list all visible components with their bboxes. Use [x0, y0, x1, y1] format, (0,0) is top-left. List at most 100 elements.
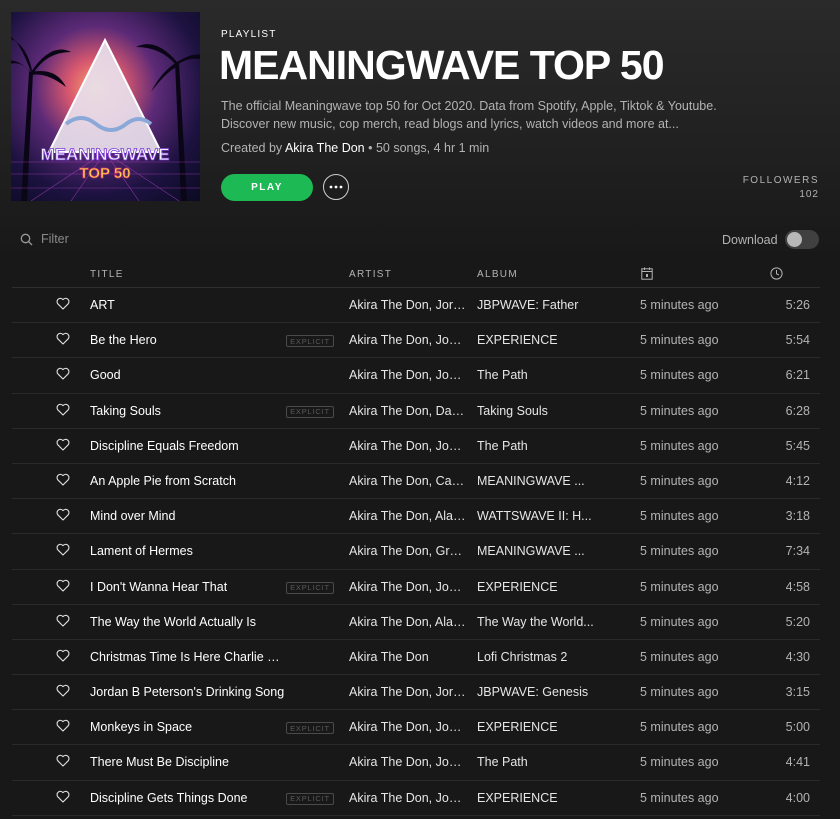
- track-row[interactable]: Be the Hero EXPLICIT Akira The Don, Joe …: [12, 323, 820, 359]
- filter-input[interactable]: [41, 232, 201, 246]
- more-options-button[interactable]: [323, 174, 349, 200]
- track-album[interactable]: The Path: [477, 368, 599, 382]
- track-title[interactable]: An Apple Pie from Scratch: [90, 474, 236, 488]
- track-artist[interactable]: Akira The Don, Jordan B Peterson: [349, 685, 467, 699]
- track-title[interactable]: Be the Hero: [90, 333, 157, 347]
- like-heart-icon[interactable]: [56, 367, 70, 380]
- like-heart-icon[interactable]: [56, 403, 70, 416]
- playlist-meta: Created by Akira The Don • 50 songs, 4 h…: [221, 141, 489, 155]
- track-album[interactable]: EXPERIENCE: [477, 333, 599, 347]
- track-row[interactable]: Jordan B Peterson's Drinking Song Akira …: [12, 675, 820, 711]
- track-row[interactable]: Monkeys in Space EXPLICIT Akira The Don,…: [12, 710, 820, 746]
- explicit-badge: EXPLICIT: [286, 722, 334, 735]
- track-title[interactable]: Christmas Time Is Here Charlie Brown: [90, 650, 285, 664]
- track-row[interactable]: Christmas Time Is Here Charlie Brown Aki…: [12, 640, 820, 676]
- track-artist[interactable]: Akira The Don, Jocko Willink: [349, 368, 467, 382]
- track-row[interactable]: The Way the World Actually Is Akira The …: [12, 605, 820, 640]
- track-artist[interactable]: Akira The Don: [349, 650, 467, 664]
- track-title[interactable]: Monkeys in Space: [90, 720, 192, 734]
- track-title[interactable]: Discipline Equals Freedom: [90, 439, 239, 453]
- track-date-added: 5 minutes ago: [640, 720, 719, 735]
- explicit-badge: EXPLICIT: [286, 335, 334, 348]
- track-artist[interactable]: Akira The Don, Graham Hancock: [349, 544, 467, 558]
- track-row[interactable]: Mind over Mind Akira The Don, Alan Watts…: [12, 499, 820, 535]
- like-heart-icon[interactable]: [56, 543, 70, 556]
- track-album[interactable]: Taking Souls: [477, 404, 599, 418]
- track-row[interactable]: Good Akira The Don, Jocko Willink The Pa…: [12, 358, 820, 394]
- track-row[interactable]: Taking Souls EXPLICIT Akira The Don, Dav…: [12, 394, 820, 429]
- track-artist[interactable]: Akira The Don, Alan Watts: [349, 509, 467, 523]
- track-album[interactable]: Lofi Christmas 2: [477, 650, 599, 664]
- track-artist[interactable]: Akira The Don, Carl Sagan: [349, 474, 467, 488]
- track-album[interactable]: The Path: [477, 755, 599, 769]
- cover-text-line2: TOP 50: [79, 165, 130, 182]
- track-title[interactable]: There Must Be Discipline: [90, 755, 229, 769]
- track-title[interactable]: Discipline Gets Things Done: [90, 791, 247, 805]
- track-date-added: 5 minutes ago: [640, 579, 719, 594]
- track-row[interactable]: I Don't Wanna Hear That EXPLICIT Akira T…: [12, 570, 820, 605]
- like-heart-icon[interactable]: [56, 754, 70, 767]
- playlist-cover-art[interactable]: MEANINGWAVE TOP 50: [11, 12, 200, 201]
- column-header-artist[interactable]: ARTIST: [349, 269, 392, 280]
- clock-icon: [770, 267, 783, 280]
- track-album[interactable]: The Path: [477, 439, 599, 453]
- track-artist[interactable]: Akira The Don, Jordan B Peterson: [349, 298, 467, 312]
- like-heart-icon[interactable]: [56, 684, 70, 697]
- column-header-date-added[interactable]: [641, 267, 653, 283]
- track-artist[interactable]: Akira The Don, David Goggins: [349, 404, 467, 418]
- like-heart-icon[interactable]: [56, 790, 70, 803]
- track-row[interactable]: There Must Be Discipline Akira The Don, …: [12, 745, 820, 781]
- track-title[interactable]: Lament of Hermes: [90, 544, 193, 558]
- like-heart-icon[interactable]: [56, 297, 70, 310]
- track-date-added: 5 minutes ago: [640, 790, 719, 805]
- play-button[interactable]: PLAY: [221, 174, 313, 201]
- track-row[interactable]: Lament of Hermes Akira The Don, Graham H…: [12, 534, 820, 570]
- track-title[interactable]: The Way the World Actually Is: [90, 615, 256, 629]
- track-title[interactable]: Taking Souls: [90, 404, 161, 418]
- like-heart-icon[interactable]: [56, 508, 70, 521]
- track-album[interactable]: JBPWAVE: Genesis: [477, 685, 599, 699]
- explicit-badge: EXPLICIT: [286, 792, 334, 805]
- column-header-duration[interactable]: [770, 267, 783, 283]
- column-header-album[interactable]: ALBUM: [477, 269, 518, 280]
- track-row[interactable]: Discipline Equals Freedom Akira The Don,…: [12, 429, 820, 464]
- track-artist[interactable]: Akira The Don, Alan Watts: [349, 615, 467, 629]
- cover-text-line1: MEANINGWAVE: [40, 145, 169, 164]
- track-row[interactable]: An Apple Pie from Scratch Akira The Don,…: [12, 464, 820, 500]
- track-artist[interactable]: Akira The Don, Jocko Willink: [349, 439, 467, 453]
- track-artist[interactable]: Akira The Don, Joe Rogan: [349, 720, 467, 734]
- playlist-owner-link[interactable]: Akira The Don: [285, 141, 365, 155]
- column-header-title[interactable]: TITLE: [90, 269, 124, 280]
- track-title[interactable]: I Don't Wanna Hear That: [90, 580, 227, 594]
- track-album[interactable]: WATTSWAVE II: H...: [477, 509, 599, 523]
- track-title[interactable]: Jordan B Peterson's Drinking Song: [90, 685, 284, 699]
- like-heart-icon[interactable]: [56, 473, 70, 486]
- track-title[interactable]: ART: [90, 298, 115, 312]
- download-toggle[interactable]: [785, 230, 819, 249]
- track-album[interactable]: The Way the World...: [477, 615, 599, 629]
- download-label: Download: [722, 233, 778, 247]
- track-artist[interactable]: Akira The Don, Joe Rogan: [349, 580, 467, 594]
- like-heart-icon[interactable]: [56, 332, 70, 345]
- track-title[interactable]: Mind over Mind: [90, 509, 175, 523]
- like-heart-icon[interactable]: [56, 579, 70, 592]
- track-album[interactable]: EXPERIENCE: [477, 720, 599, 734]
- playlist-type-label: PLAYLIST: [221, 29, 277, 40]
- track-album[interactable]: MEANINGWAVE ...: [477, 544, 599, 558]
- track-title[interactable]: Good: [90, 368, 121, 382]
- track-artist[interactable]: Akira The Don, Joe Rogan: [349, 791, 467, 805]
- track-date-added: 5 minutes ago: [640, 473, 719, 488]
- track-artist[interactable]: Akira The Don, Joe Rogan: [349, 333, 467, 347]
- track-row[interactable]: ART Akira The Don, Jordan B Peterson JBP…: [12, 288, 820, 324]
- track-album[interactable]: JBPWAVE: Father: [477, 298, 599, 312]
- like-heart-icon[interactable]: [56, 719, 70, 732]
- track-album[interactable]: EXPERIENCE: [477, 580, 599, 594]
- like-heart-icon[interactable]: [56, 614, 70, 627]
- track-row[interactable]: Discipline Gets Things Done EXPLICIT Aki…: [12, 781, 820, 816]
- like-heart-icon[interactable]: [56, 438, 70, 451]
- track-album[interactable]: EXPERIENCE: [477, 791, 599, 805]
- track-album[interactable]: MEANINGWAVE ...: [477, 474, 599, 488]
- like-heart-icon[interactable]: [56, 649, 70, 662]
- track-artist[interactable]: Akira The Don, Jocko Willink: [349, 755, 467, 769]
- ellipsis-icon: [329, 185, 343, 189]
